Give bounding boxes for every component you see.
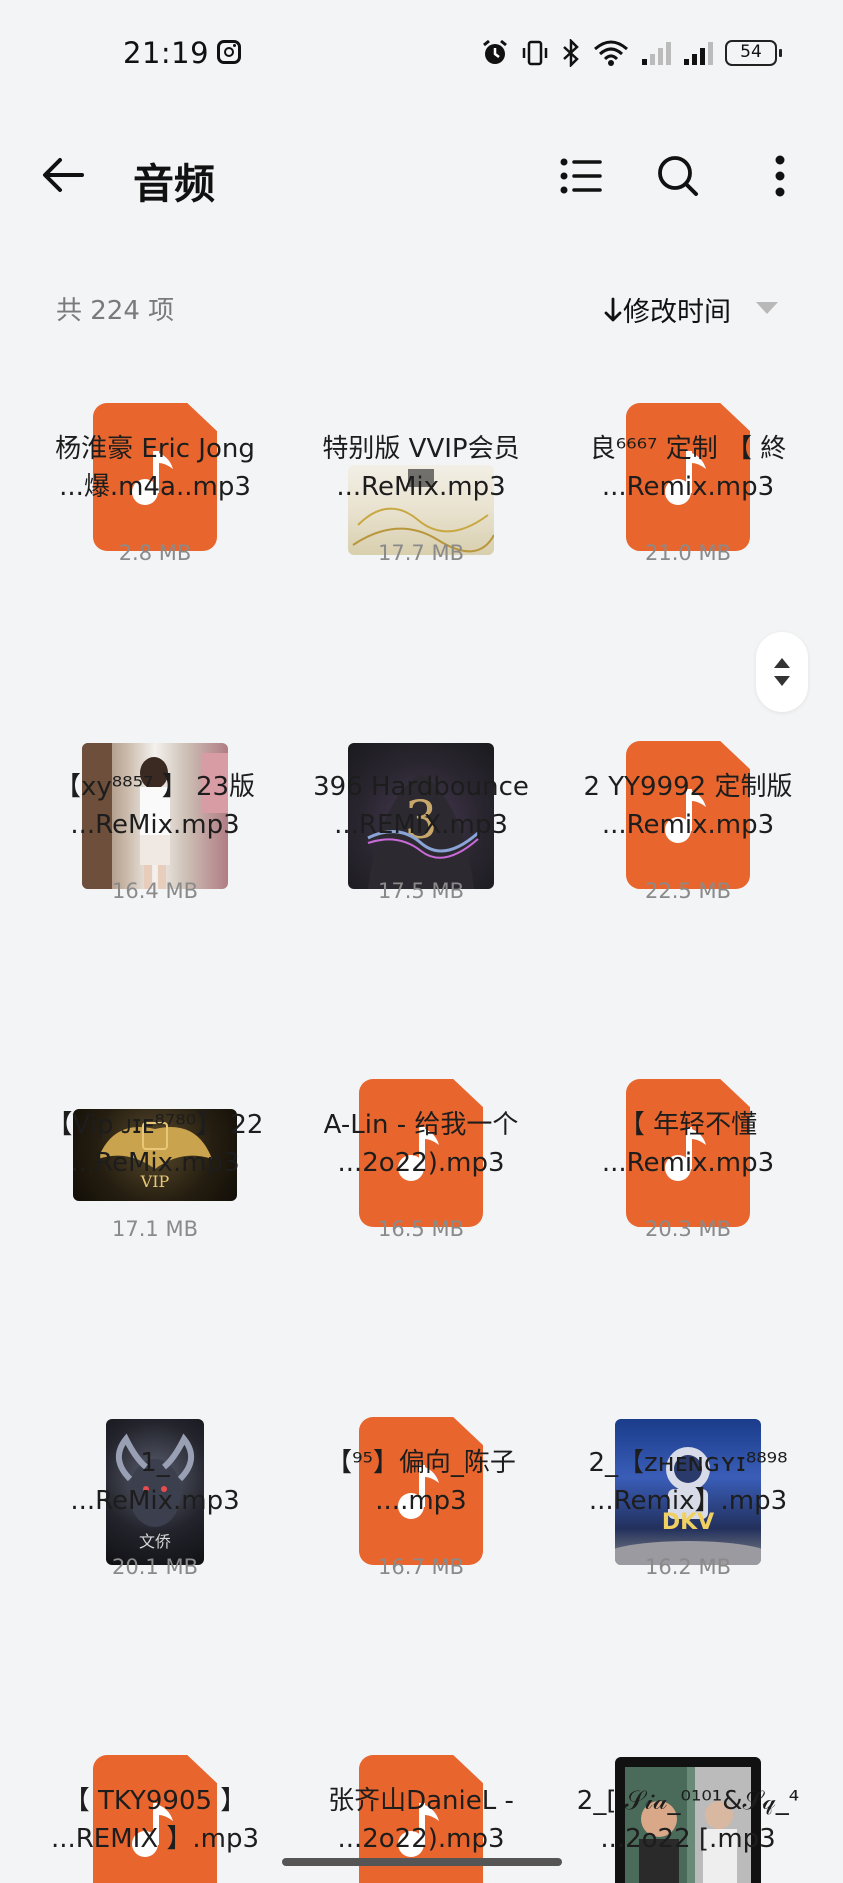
file-tile[interactable]: VIP 【Vip ᴊɪᴇ⁸⁷⁸⁰】 22 ...ReMix.mp3 17.1 MB <box>20 684 290 1241</box>
search-icon <box>658 156 698 196</box>
file-tile[interactable]: 【xy⁸⁸⁵⁷ 】 23版 ...ReMix.mp3 16.4 MB <box>20 346 290 903</box>
page-title: 音频 <box>133 160 215 208</box>
status-bar: 21:19 54 <box>0 0 843 110</box>
fast-scroll-handle[interactable] <box>756 632 808 712</box>
item-count: 共 224 项 <box>56 296 175 326</box>
arrow-down-icon <box>604 297 622 321</box>
file-name-line2: ...REMIX 】.mp3 <box>50 1824 260 1854</box>
file-tile[interactable]: 3 396 Hardbounce ...REMIX.mp3 17.5 MB <box>286 346 556 903</box>
list-view-icon <box>560 158 602 194</box>
scroll-down-arrow-icon <box>774 676 790 686</box>
more-vertical-icon <box>775 155 785 197</box>
file-name-line1: 张齐山DanieL - <box>328 1786 514 1816</box>
file-tile[interactable]: DKV 2_【ᴢʜᴇɴɢʏɪ⁸⁸⁹⁸ ...Remix】.mp3 16.2 MB <box>553 1022 823 1579</box>
more-options-button[interactable] <box>752 148 808 204</box>
arrow-left-icon <box>43 158 84 192</box>
file-tile[interactable]: 2_[ 𝒮𝒾𝒶_⁰¹⁰¹&𝒮𝓆_⁴ ...2o22 [.mp3 <box>553 1360 823 1883</box>
file-tile[interactable]: 文侨 1_ ...ReMix.mp3 20.1 MB <box>20 1022 290 1579</box>
file-tile[interactable]: 【 年轻不懂 ...Remix.mp3 20.3 MB <box>553 684 823 1241</box>
view-mode-button[interactable] <box>553 148 609 204</box>
list-subheader: 共 224 项 修改时间 <box>0 285 843 335</box>
alarm-icon <box>483 39 507 64</box>
sort-label: 修改时间 <box>623 297 731 328</box>
sort-button[interactable]: 修改时间 <box>603 290 731 329</box>
signal-2-icon <box>684 42 713 65</box>
file-name-line2: ...2o22 [.mp3 <box>600 1824 776 1854</box>
wifi-icon <box>594 40 628 66</box>
status-time: 21:19 <box>123 36 210 70</box>
file-tile[interactable]: 【 TKY9905 】 ...REMIX 】.mp3 <box>20 1360 290 1883</box>
scroll-up-arrow-icon <box>774 658 790 668</box>
file-grid: 杨淮豪 Eric Jong ...爆.m4a..mp3 2.8 MB 特别版 VVIP… <box>0 345 843 1883</box>
vibrate-icon <box>522 40 548 66</box>
file-tile[interactable]: 2 YY9992 定制版 ...Remix.mp3 22.5 MB <box>553 346 823 903</box>
file-name-line1: 【 TKY9905 】 <box>63 1786 247 1816</box>
signal-1-icon <box>642 42 671 65</box>
file-name-line2: ...2o22).mp3 <box>337 1824 505 1854</box>
back-button[interactable] <box>38 150 90 200</box>
status-icons: 54 <box>481 36 782 70</box>
file-tile[interactable]: A-Lin - 给我一个 ...2o22).mp3 16.5 MB <box>286 684 556 1241</box>
home-indicator[interactable] <box>282 1858 562 1866</box>
file-name-line1: 2_[ 𝒮𝒾𝒶_⁰¹⁰¹&𝒮𝓆_⁴ <box>576 1786 800 1816</box>
sort-dropdown-caret-icon[interactable] <box>756 302 778 314</box>
bluetooth-icon <box>563 39 579 67</box>
instagram-notification-icon <box>217 40 241 64</box>
file-tile[interactable]: 【⁹⁵】偏向_陈子 ....mp3 16.7 MB <box>286 1022 556 1579</box>
app-header: 音频 <box>0 130 843 220</box>
search-button[interactable] <box>650 148 706 204</box>
file-tile[interactable]: 张齐山DanieL - ...2o22).mp3 <box>286 1360 556 1883</box>
battery-indicator: 54 <box>725 40 782 66</box>
